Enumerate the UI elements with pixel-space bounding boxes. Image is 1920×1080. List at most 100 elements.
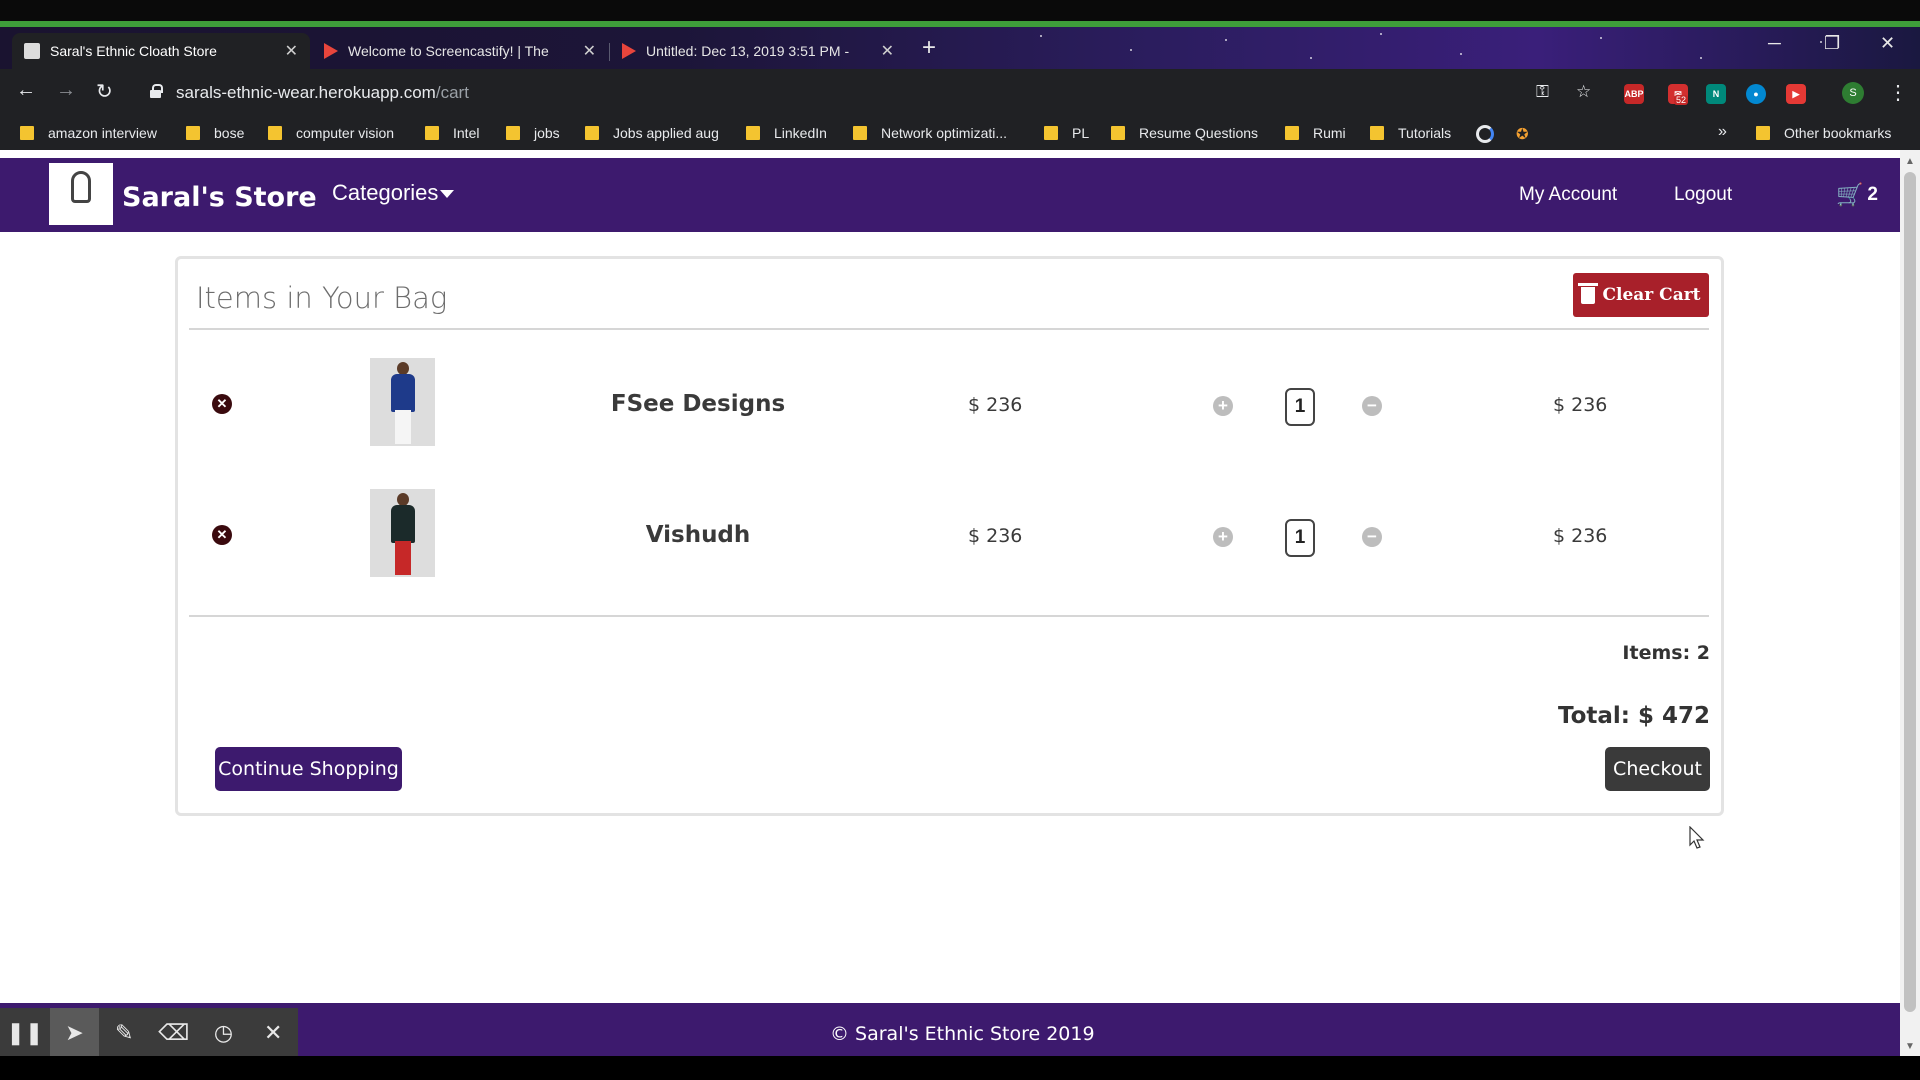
checkout-button[interactable]: Checkout [1605,747,1710,791]
pause-icon[interactable]: ❚❚ [0,1008,50,1058]
adblock-extension-icon[interactable]: ABP [1624,84,1644,104]
folder-icon [1111,126,1125,140]
folder-icon [268,126,282,140]
bookmark-item[interactable]: Intel [425,125,479,141]
bookmark-item[interactable]: Rumi [1285,125,1346,141]
chrome-menu-icon[interactable]: ⋮ [1888,80,1908,105]
folder-icon [746,126,760,140]
scroll-up-icon[interactable]: ▲ [1905,156,1915,167]
logout-link[interactable]: Logout [1674,184,1732,206]
folder-icon [585,126,599,140]
reload-icon[interactable]: ↻ [96,79,113,104]
bookmark-item[interactable]: Jobs applied aug [585,125,719,141]
screencastify-extension-icon[interactable]: ▶ [1786,84,1806,104]
caret-down-icon [440,190,455,199]
bookmark-star-icon[interactable]: ☆ [1576,82,1591,102]
restore-icon[interactable]: ❐ [1824,33,1840,54]
bookmark-item[interactable]: Resume Questions [1111,125,1258,141]
cart-total: Total: $ 472 [1557,703,1710,729]
extension-bookmark-icon[interactable]: ✪ [1516,125,1529,143]
folder-icon [20,126,34,140]
remove-item-icon[interactable]: ✕ [212,525,232,545]
product-name[interactable]: FSee Designs [528,391,868,417]
new-tab-button[interactable]: + [922,34,936,62]
quantity-value: 1 [1285,388,1315,426]
cart-item-row: ✕ Vishudh $ 236 + 1 − $ 236 [178,489,1721,579]
close-tab-icon[interactable]: ✕ [583,41,596,61]
trash-icon [1578,282,1599,304]
bookmark-item[interactable]: Network optimizati... [853,125,1007,141]
timer-icon[interactable]: ◷ [199,1008,249,1058]
close-tab-icon[interactable]: ✕ [881,41,894,61]
brand-name[interactable]: Saral's Store [122,182,317,213]
folder-icon [1756,126,1770,140]
pen-tool-icon[interactable]: ✎ [99,1008,149,1058]
increase-qty-icon[interactable]: + [1213,396,1233,416]
bookmark-item[interactable]: Tutorials [1370,125,1451,141]
back-icon[interactable]: ← [16,79,36,102]
google-bookmark-icon[interactable] [1476,125,1494,143]
screencastify-favicon-icon [622,43,636,59]
n-extension-icon[interactable]: N [1706,84,1726,104]
bookmark-item[interactable]: jobs [506,125,560,141]
scrollbar-thumb[interactable] [1904,172,1916,1012]
store-logo[interactable] [49,163,113,225]
letterbox-top [0,0,1920,21]
cart-link[interactable]: 🛒 2 [1836,182,1878,208]
bookmark-item[interactable]: LinkedIn [746,125,827,141]
model-kurta [391,374,415,412]
categories-dropdown[interactable]: Categories [332,180,455,206]
divider [189,328,1709,330]
divider [189,615,1709,617]
address-bar[interactable]: sarals-ethnic-wear.herokuapp.com/cart [140,75,1600,111]
forward-icon[interactable]: → [56,79,76,102]
close-window-icon[interactable]: ✕ [1880,33,1895,54]
url-host: sarals-ethnic-wear.herokuapp.com [176,83,436,102]
copyright-text: © Saral's Ethnic Store 2019 [830,1023,1095,1045]
product-thumbnail[interactable] [370,489,435,577]
more-bookmarks-icon[interactable]: » [1718,123,1727,141]
tab-screencastify-untitled[interactable]: Untitled: Dec 13, 2019 3:51 PM - ✕ [610,33,906,69]
tab-screencastify-welcome[interactable]: Welcome to Screencastify! | The ✕ [312,33,608,69]
browser-toolbar: ← → ↻ sarals-ethnic-wear.herokuapp.com/c… [0,69,1920,117]
cursor-tool-icon[interactable]: ➤ [49,1008,100,1058]
cart-icon: 🛒 [1836,182,1864,207]
bookmark-item[interactable]: bose [186,125,244,141]
folder-icon [425,126,439,140]
folder-icon [506,126,520,140]
cart-title: Items in Your Bag [196,281,448,315]
model-legs [395,410,411,444]
cart-item-row: ✕ FSee Designs $ 236 + 1 − $ 236 [178,358,1721,448]
folder-icon [186,126,200,140]
minimize-icon[interactable]: ─ [1768,33,1781,54]
close-tab-icon[interactable]: ✕ [285,41,298,61]
bookmark-item[interactable]: amazon interview [20,125,157,141]
tab-sarals-store[interactable]: Saral's Ethnic Cloath Store ✕ [12,33,310,69]
increase-qty-icon[interactable]: + [1213,527,1233,547]
eraser-tool-icon[interactable]: ⌫ [149,1008,199,1058]
decrease-qty-icon[interactable]: − [1362,527,1382,547]
line-total: $ 236 [1553,525,1608,547]
url-path: /cart [435,83,469,102]
quantity-value: 1 [1285,519,1315,557]
product-thumbnail[interactable] [370,358,435,446]
page-viewport: Saral's Store Categories My Account Logo… [0,150,1900,1056]
line-total: $ 236 [1553,394,1608,416]
clear-cart-button[interactable]: Clear Cart [1573,273,1709,317]
bookmark-item[interactable]: computer vision [268,125,394,141]
close-toolbar-icon[interactable]: ✕ [248,1008,298,1058]
bookmark-item[interactable]: PL [1044,125,1089,141]
folder-icon [1044,126,1058,140]
product-name[interactable]: Vishudh [528,522,868,548]
blue-extension-icon[interactable]: ● [1746,84,1766,104]
browser-tab-strip: Saral's Ethnic Cloath Store ✕ Welcome to… [0,27,1920,69]
profile-avatar[interactable]: S [1842,82,1864,104]
decrease-qty-icon[interactable]: − [1362,396,1382,416]
scroll-down-icon[interactable]: ▼ [1905,1041,1915,1052]
continue-shopping-button[interactable]: Continue Shopping [215,747,402,791]
key-icon[interactable]: ⚿ [1536,82,1549,102]
other-bookmarks[interactable]: Other bookmarks [1756,125,1891,141]
page-scrollbar[interactable]: ▲ ▼ [1900,150,1920,1056]
my-account-link[interactable]: My Account [1519,184,1617,206]
remove-item-icon[interactable]: ✕ [212,394,232,414]
